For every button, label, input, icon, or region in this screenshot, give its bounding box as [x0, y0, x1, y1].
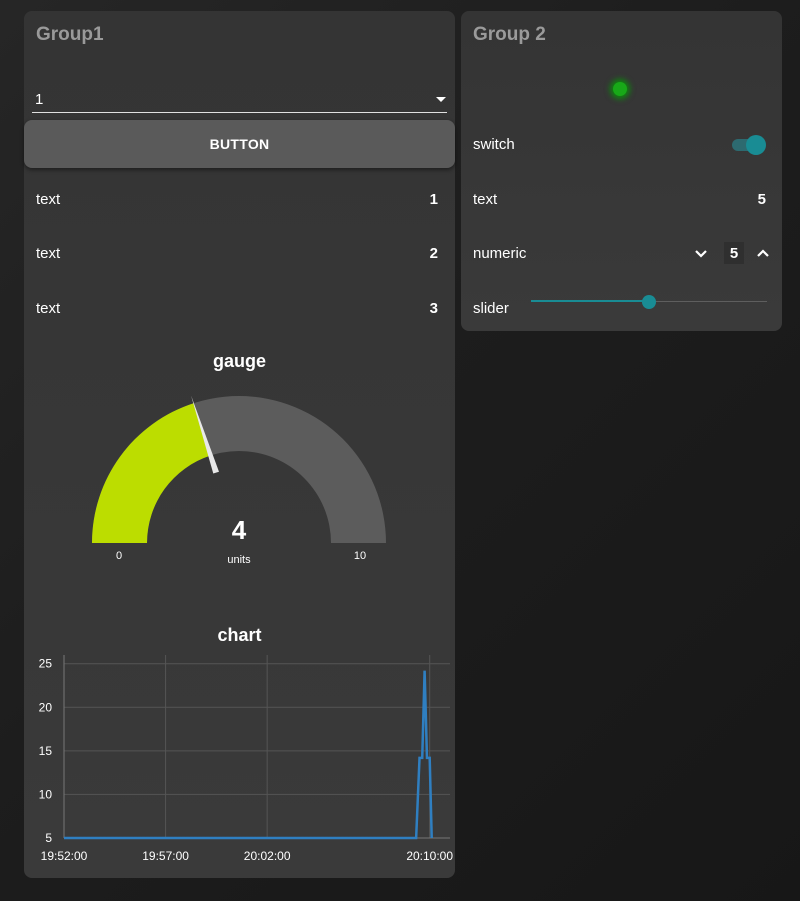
chart-x-tick-label: 20:02:00 — [244, 849, 291, 863]
chart-x-tick-label: 20:10:00 — [406, 849, 453, 863]
chart-y-tick-label: 5 — [45, 831, 52, 845]
slider[interactable] — [531, 295, 767, 309]
text-row-value: 5 — [757, 191, 766, 208]
slider-fill — [531, 300, 649, 302]
chart-x-tick-label: 19:57:00 — [142, 849, 189, 863]
text-row-group2: text 5 — [473, 188, 766, 212]
group2-title: Group 2 — [473, 24, 546, 45]
chart-series-line — [64, 670, 433, 840]
numeric-value[interactable]: 5 — [724, 242, 744, 264]
switch-thumb — [746, 135, 766, 155]
switch-row: switch — [473, 133, 770, 157]
chart-y-tick-label: 20 — [39, 700, 53, 714]
chart-y-tick-label: 15 — [39, 744, 53, 758]
group2-card: Group 2 switch text 5 numeric 5 slider — [461, 11, 782, 331]
chart-x-tick-label: 19:52:00 — [41, 849, 88, 863]
slider-label: slider — [473, 300, 509, 317]
chevron-up-icon[interactable] — [756, 245, 770, 263]
numeric-row: numeric 5 — [473, 242, 770, 266]
chart-y-tick-label: 10 — [39, 787, 53, 801]
chevron-down-icon[interactable] — [694, 245, 708, 263]
slider-knob[interactable] — [642, 295, 656, 309]
line-chart: 5 10 15 20 25 19:52:00 19:57:00 20:02:00 20:10:0… — [39, 655, 453, 863]
text-row-label: text — [473, 191, 498, 208]
switch-toggle[interactable] — [730, 135, 766, 155]
numeric-label: numeric — [473, 245, 527, 262]
switch-label: switch — [473, 136, 515, 153]
chart-y-tick-label: 25 — [39, 657, 53, 671]
group1-card: Group1 1 BUTTON text 1 text 2 text 3 gau… — [24, 11, 455, 878]
status-led-icon — [613, 82, 627, 96]
slider-row: slider — [473, 297, 533, 321]
